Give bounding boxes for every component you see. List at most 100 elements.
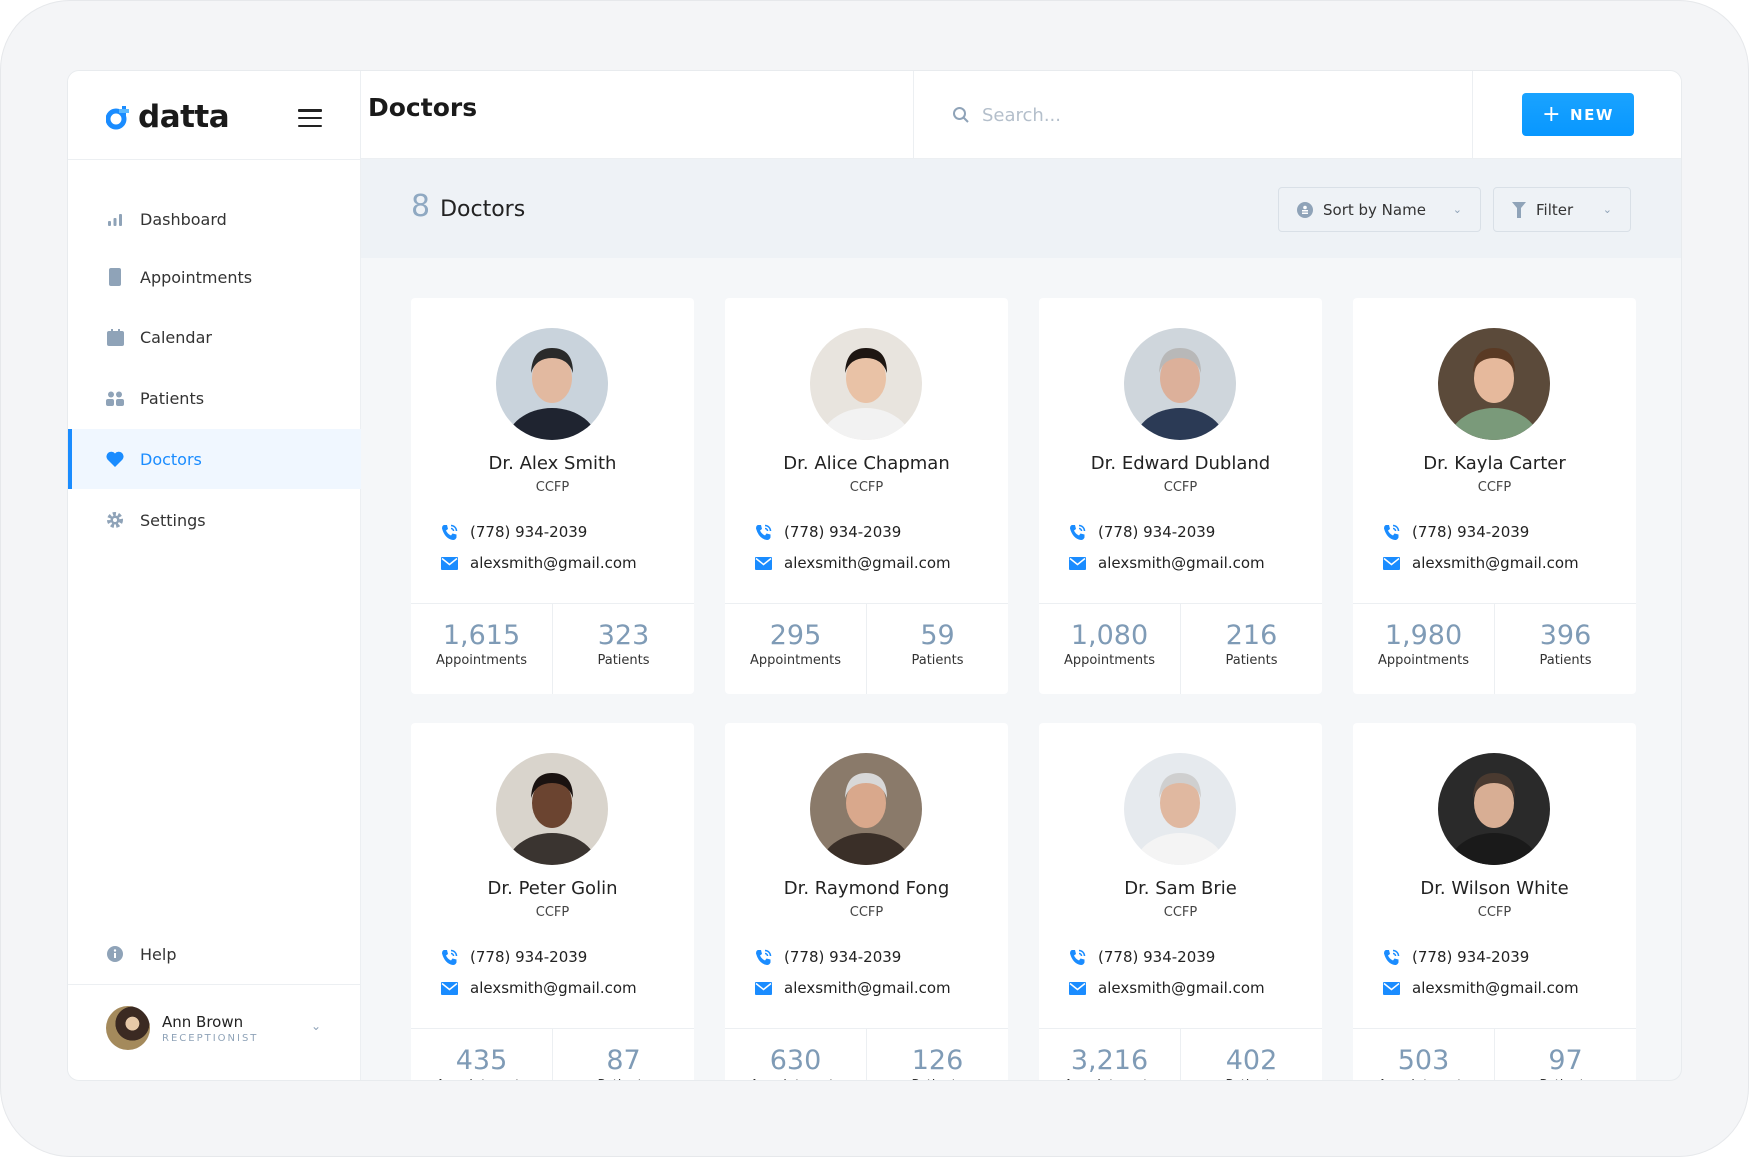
doctor-phone[interactable]: (778) 934-2039 [441,948,587,966]
doctor-card[interactable]: Dr. Alex Smith CCFP (778) 934-2039 alexs… [411,298,694,694]
avatar [106,1006,150,1050]
doctor-avatar [810,328,922,440]
doctor-stats: 1,615 Appointments 323 Patients [411,603,694,694]
doctor-stats: 630 Appointments 126 Patients [725,1028,1008,1080]
doctor-card[interactable]: Dr. Kayla Carter CCFP (778) 934-2039 ale… [1353,298,1636,694]
sidebar-item-settings[interactable]: Settings [68,490,361,550]
appointments-count: 435 [455,1045,508,1076]
phone-text: (778) 934-2039 [784,523,902,541]
doctor-email[interactable]: alexsmith@gmail.com [1383,979,1579,997]
appointments-count: 630 [769,1045,822,1076]
email-text: alexsmith@gmail.com [1412,554,1579,572]
patients-stat: 59 Patients [866,604,1008,694]
doctor-card[interactable]: Dr. Sam Brie CCFP (778) 934-2039 alexsmi… [1039,723,1322,1080]
patients-stat: 216 Patients [1180,604,1322,694]
mail-icon [755,556,772,570]
phone-icon [756,524,772,540]
phone-icon [1070,524,1086,540]
doctor-credential: CCFP [535,905,570,920]
chevron-down-icon[interactable]: ⌄ [311,1019,321,1033]
doctor-card[interactable]: Dr. Peter Golin CCFP (778) 934-2039 alex… [411,723,694,1080]
divider [68,159,360,160]
sidebar-item-doctors[interactable]: Doctors [68,429,361,489]
appointments-label: Appointments [1039,1078,1180,1080]
menu-toggle-icon[interactable] [298,109,322,127]
appointments-count: 1,080 [1070,620,1149,651]
doctor-credential: CCFP [849,480,884,495]
new-doctor-button[interactable]: + NEW [1522,93,1634,136]
user-role: RECEPTIONIST [162,1032,259,1044]
appointments-stat: 503 Appointments [1353,1029,1494,1080]
sidebar-item-dashboard[interactable]: Dashboard [68,189,361,249]
appointments-stat: 630 Appointments [725,1029,866,1080]
logo-text: datta [138,99,230,135]
patients-stat: 97 Patients [1494,1029,1636,1080]
filter-dropdown[interactable]: Filter ⌄ [1493,187,1631,232]
doctor-phone[interactable]: (778) 934-2039 [755,523,901,541]
sort-dropdown[interactable]: Sort by Name ⌄ [1278,187,1481,232]
phone-icon [442,949,458,965]
sidebar-item-patients[interactable]: Patients [68,368,361,428]
doctor-email[interactable]: alexsmith@gmail.com [755,554,951,572]
phone-text: (778) 934-2039 [470,948,588,966]
doctor-phone[interactable]: (778) 934-2039 [1069,523,1215,541]
doctor-card[interactable]: Dr. Raymond Fong CCFP (778) 934-2039 ale… [725,723,1008,1080]
doctor-card[interactable]: Dr. Wilson White CCFP (778) 934-2039 ale… [1353,723,1636,1080]
logo[interactable]: datta [106,99,230,135]
appointments-stat: 1,080 Appointments [1039,604,1180,694]
doctor-name: Dr. Peter Golin [487,878,618,899]
doctor-card[interactable]: Dr. Edward Dubland CCFP (778) 934-2039 a… [1039,298,1322,694]
patients-count: 402 [1225,1045,1278,1076]
patients-stat: 323 Patients [552,604,694,694]
phone-text: (778) 934-2039 [1412,523,1530,541]
sidebar-item-appointments[interactable]: Appointments [68,247,361,307]
doctor-phone[interactable]: (778) 934-2039 [1383,523,1529,541]
sort-icon [1297,201,1313,218]
mail-icon [441,981,458,995]
doctor-name: Dr. Alex Smith [488,453,617,474]
doctor-phone[interactable]: (778) 934-2039 [1069,948,1215,966]
chevron-down-icon: ⌄ [1602,203,1612,216]
doctor-credential: CCFP [1477,480,1512,495]
doctor-phone[interactable]: (778) 934-2039 [441,523,587,541]
doctor-email[interactable]: alexsmith@gmail.com [1069,554,1265,572]
users-icon [106,389,124,407]
phone-icon [756,949,772,965]
heart-icon [106,450,124,468]
search-input[interactable] [982,104,1382,126]
phone-text: (778) 934-2039 [470,523,588,541]
notebook-icon [106,268,124,286]
appointments-stat: 3,216 Appointments [1039,1029,1180,1080]
sidebar-item-calendar[interactable]: Calendar [68,307,361,367]
doctor-name: Dr. Wilson White [1420,878,1569,899]
doctor-card[interactable]: Dr. Alice Chapman CCFP (778) 934-2039 al… [725,298,1008,694]
doctor-stats: 3,216 Appointments 402 Patients [1039,1028,1322,1080]
filter-label: Filter [1536,200,1574,219]
email-text: alexsmith@gmail.com [470,554,637,572]
doctor-name: Dr. Sam Brie [1124,878,1237,899]
email-text: alexsmith@gmail.com [1098,979,1265,997]
patients-count: 97 [1548,1045,1583,1076]
filter-icon [1512,201,1526,218]
appointments-label: Appointments [411,1078,552,1080]
patients-stat: 87 Patients [552,1029,694,1080]
doctor-email[interactable]: alexsmith@gmail.com [441,979,637,997]
doctor-email[interactable]: alexsmith@gmail.com [1383,554,1579,572]
page-title: Doctors [368,93,478,122]
search-bar [913,71,1473,159]
appointments-label: Appointments [725,1078,866,1080]
doctor-email[interactable]: alexsmith@gmail.com [1069,979,1265,997]
doctor-email[interactable]: alexsmith@gmail.com [441,554,637,572]
doctor-phone[interactable]: (778) 934-2039 [1383,948,1529,966]
appointments-stat: 1,615 Appointments [411,604,552,694]
doctor-credential: CCFP [849,905,884,920]
patients-count: 323 [597,620,650,651]
doctor-credential: CCFP [1163,905,1198,920]
patients-label: Patients [553,1078,694,1080]
doctor-stats: 1,080 Appointments 216 Patients [1039,603,1322,694]
doctor-phone[interactable]: (778) 934-2039 [755,948,901,966]
phone-icon [1384,524,1400,540]
doctor-email[interactable]: alexsmith@gmail.com [755,979,951,997]
sidebar-item-help[interactable]: Help [68,924,361,984]
user-profile[interactable]: Ann Brown RECEPTIONIST [106,1006,258,1050]
